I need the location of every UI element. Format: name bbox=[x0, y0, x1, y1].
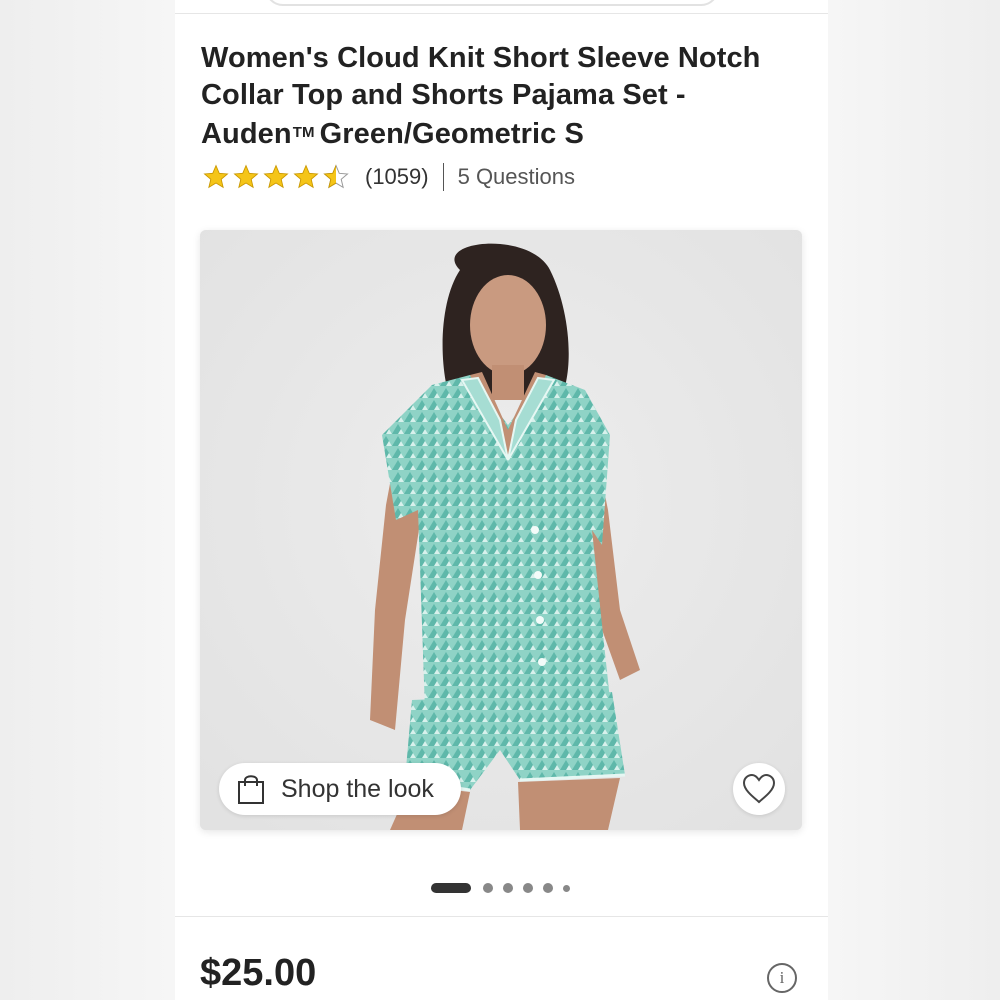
star-icon bbox=[263, 164, 289, 189]
shop-the-look-button[interactable]: Shop the look bbox=[219, 763, 461, 815]
favorite-button[interactable] bbox=[733, 763, 785, 815]
divider bbox=[442, 163, 444, 191]
carousel-dot[interactable] bbox=[543, 883, 553, 893]
product-title-variant: Green/Geometric S bbox=[319, 118, 584, 150]
info-icon[interactable]: i bbox=[767, 963, 797, 993]
carousel-dot-active[interactable] bbox=[431, 883, 471, 893]
page-background-left bbox=[0, 0, 175, 1000]
carousel-dot[interactable] bbox=[563, 884, 570, 892]
half-star-icon bbox=[323, 164, 349, 189]
product-photo bbox=[200, 230, 802, 830]
carousel-dot[interactable] bbox=[523, 883, 533, 893]
search-bar[interactable] bbox=[265, 0, 719, 6]
rating-row[interactable]: (1059) 5 Questions bbox=[201, 162, 575, 192]
product-price: $25.00 bbox=[200, 952, 317, 994]
shop-the-look-label: Shop the look bbox=[281, 774, 434, 803]
top-divider bbox=[175, 13, 828, 14]
star-icon bbox=[203, 164, 229, 189]
product-title: Women's Cloud Knit Short Sleeve Notch Co… bbox=[201, 40, 801, 153]
carousel-indicator bbox=[431, 882, 580, 894]
questions-link[interactable]: 5 Questions bbox=[458, 164, 575, 190]
shopping-bag-icon bbox=[238, 775, 264, 804]
star-icon bbox=[233, 164, 259, 189]
heart-icon bbox=[742, 774, 776, 804]
page-background-right bbox=[828, 0, 1000, 1000]
trademark-mark: TM bbox=[292, 124, 315, 141]
star-rating bbox=[201, 164, 351, 190]
carousel-dot[interactable] bbox=[483, 883, 493, 893]
carousel-dot[interactable] bbox=[503, 883, 513, 893]
section-divider bbox=[175, 916, 828, 917]
review-count[interactable]: (1059) bbox=[365, 164, 429, 190]
product-page: Women's Cloud Knit Short Sleeve Notch Co… bbox=[175, 0, 828, 1000]
product-image-carousel[interactable]: Shop the look bbox=[200, 230, 802, 830]
star-icon bbox=[293, 164, 319, 189]
